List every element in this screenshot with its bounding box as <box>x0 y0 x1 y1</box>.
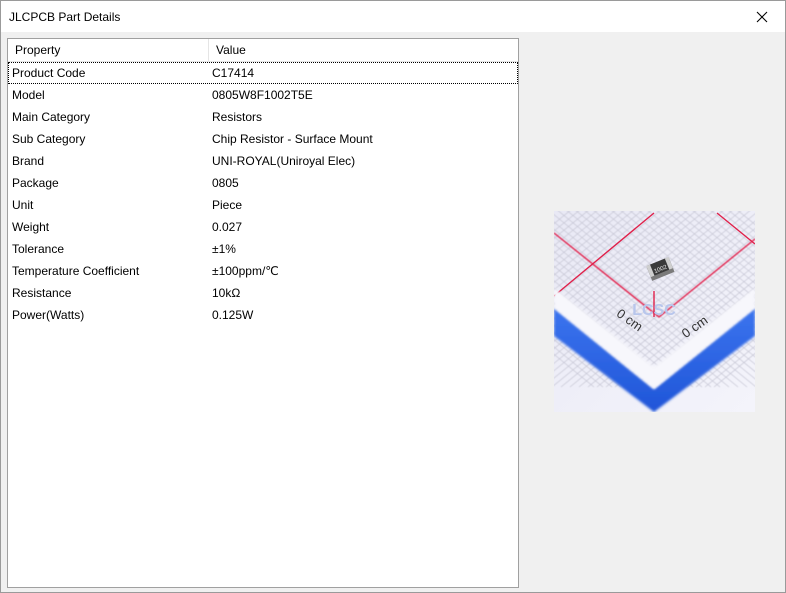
property-cell: Model <box>12 88 45 102</box>
table-row[interactable]: Package 0805 <box>8 172 518 194</box>
property-cell: Weight <box>12 220 50 234</box>
value-cell: 0.125W <box>212 308 254 322</box>
value-cell: 0805W8F1002T5E <box>212 88 313 102</box>
property-cell: Power(Watts) <box>12 308 85 322</box>
table-row[interactable]: Weight 0.027 <box>8 216 518 238</box>
table-row[interactable]: Main Category Resistors <box>8 106 518 128</box>
value-cell: Chip Resistor - Surface Mount <box>212 132 373 146</box>
table-row[interactable]: Tolerance ±1% <box>8 238 518 260</box>
property-cell: Product Code <box>12 66 86 80</box>
property-cell: Package <box>12 176 59 190</box>
value-cell: ±1% <box>212 242 236 256</box>
window-title: JLCPCB Part Details <box>9 10 121 24</box>
value-cell: Piece <box>212 198 243 212</box>
title-bar: JLCPCB Part Details <box>1 1 785 32</box>
close-icon <box>756 11 768 22</box>
property-cell: Main Category <box>12 110 91 124</box>
properties-table[interactable]: Property Value Product Code C17414 Model 08… <box>7 38 519 588</box>
table-row[interactable]: Product Code C17414 <box>8 62 518 84</box>
table-row[interactable]: Unit Piece <box>8 194 518 216</box>
part-details-window: JLCPCB Part Details Property Value Produ… <box>0 0 786 593</box>
value-cell: C17414 <box>212 66 255 80</box>
value-cell: 10kΩ <box>212 286 241 300</box>
column-header-property[interactable]: Property <box>8 39 209 62</box>
value-cell: 0805 <box>212 176 239 190</box>
table-row[interactable]: Sub Category Chip Resistor - Surface Moun… <box>8 128 518 150</box>
value-cell: UNI-ROYAL(Uniroyal Elec) <box>212 154 356 168</box>
table-body: Product Code C17414 Model 0805W8F1002T5E Mai… <box>8 62 518 326</box>
table-row[interactable]: Model 0805W8F1002T5E <box>8 84 518 106</box>
table-row[interactable]: Brand UNI-ROYAL(Uniroyal Elec) <box>8 150 518 172</box>
table-header: Property Value <box>8 39 518 62</box>
table-row[interactable]: Power(Watts) 0.125W <box>8 304 518 326</box>
value-cell: Resistors <box>212 110 263 124</box>
property-cell: Resistance <box>12 286 72 300</box>
property-cell: Sub Category <box>12 132 86 146</box>
property-cell: Unit <box>12 198 34 212</box>
property-cell: Brand <box>12 154 45 168</box>
property-cell: Temperature Coefficient <box>12 264 140 278</box>
part-image: LCSC 0 cm 0 cm 1002 <box>554 211 755 412</box>
resistor-photo: LCSC 0 cm 0 cm 1002 <box>554 211 755 412</box>
value-cell: 0.027 <box>212 220 243 234</box>
close-button[interactable] <box>739 1 785 32</box>
property-cell: Tolerance <box>12 242 65 256</box>
table-row[interactable]: Resistance 10kΩ <box>8 282 518 304</box>
table-row[interactable]: Temperature Coefficient ±100ppm/℃ <box>8 260 518 282</box>
column-header-value[interactable]: Value <box>209 39 518 62</box>
value-cell: ±100ppm/℃ <box>212 264 279 278</box>
